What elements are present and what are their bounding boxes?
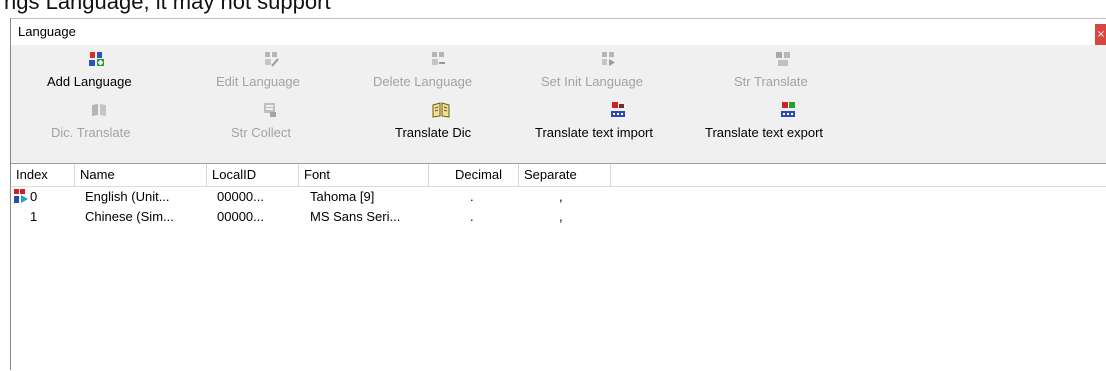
row-index: 1	[30, 209, 38, 224]
row-separate: ,	[559, 209, 563, 224]
set-init-language-button[interactable]: Set Init Language	[541, 51, 681, 95]
column-header-decimal[interactable]: Decimal	[429, 164, 519, 186]
row-localid: 00000...	[217, 189, 264, 204]
translate-dic-label: Translate Dic	[395, 125, 472, 140]
edit-language-icon	[265, 52, 279, 67]
dic-translate-label: Dic. Translate	[51, 125, 131, 140]
translate-text-export-label: Translate text export	[705, 125, 824, 140]
translate-text-import-label: Translate text import	[535, 125, 654, 140]
translate-import-icon	[611, 102, 625, 117]
row-font: Tahoma [9]	[310, 189, 375, 204]
translate-text-import-button[interactable]: Translate text import	[535, 101, 700, 145]
dic-translate-button[interactable]: Dic. Translate	[51, 101, 171, 145]
delete-language-label: Delete Language	[373, 74, 473, 89]
background-window-text: ngs Language, it may not support	[4, 0, 331, 14]
window-title: Language	[18, 24, 76, 39]
set-init-language-icon	[602, 52, 615, 66]
edit-language-button[interactable]: Edit Language	[216, 51, 336, 95]
column-header-index[interactable]: Index	[11, 164, 75, 186]
translate-dic-icon	[432, 102, 450, 118]
close-button[interactable]: ×	[1095, 24, 1106, 45]
str-collect-button[interactable]: Str Collect	[231, 101, 331, 145]
table-row[interactable]: 1 Chinese (Sim... 00000... MS Sans Seri.…	[11, 207, 1106, 227]
column-header-font[interactable]: Font	[299, 164, 429, 186]
row-font: MS Sans Seri...	[310, 209, 401, 224]
column-header-localid[interactable]: LocalID	[207, 164, 299, 186]
language-dialog: Language × Add Language Edit Language De…	[10, 18, 1106, 371]
delete-language-button[interactable]: Delete Language	[373, 51, 513, 95]
dic-translate-icon	[92, 104, 106, 116]
str-collect-icon	[264, 103, 276, 117]
table-header: Index Name LocalID Font Decimal Separate	[11, 164, 1106, 187]
column-header-name[interactable]: Name	[75, 164, 207, 186]
title-bar: Language ×	[11, 19, 1106, 45]
add-language-button[interactable]: Add Language	[47, 51, 167, 95]
row-decimal: .	[470, 189, 474, 204]
str-collect-label: Str Collect	[231, 125, 291, 140]
add-language-icon	[89, 52, 104, 66]
row-name: English (Unit...	[85, 189, 170, 204]
toolbar: Add Language Edit Language Delete Langua…	[11, 45, 1106, 163]
row-separate: ,	[559, 189, 563, 204]
set-init-language-label: Set Init Language	[541, 74, 643, 89]
str-translate-label: Str Translate	[734, 74, 808, 89]
close-icon: ×	[1096, 29, 1106, 40]
table-row[interactable]: 0 English (Unit... 00000... Tahoma [9] .…	[11, 187, 1106, 207]
translate-export-icon	[781, 102, 795, 117]
str-translate-icon	[776, 52, 790, 66]
str-translate-button[interactable]: Str Translate	[734, 51, 844, 95]
translate-text-export-button[interactable]: Translate text export	[705, 101, 870, 145]
delete-language-icon	[432, 52, 445, 65]
column-header-separate[interactable]: Separate	[519, 164, 611, 186]
translate-dic-button[interactable]: Translate Dic	[395, 101, 505, 145]
edit-language-label: Edit Language	[216, 74, 300, 89]
row-index: 0	[30, 189, 38, 204]
current-language-icon	[14, 189, 28, 203]
language-table[interactable]: Index Name LocalID Font Decimal Separate…	[11, 163, 1106, 371]
row-decimal: .	[470, 209, 474, 224]
row-name: Chinese (Sim...	[85, 209, 174, 224]
add-language-label: Add Language	[47, 74, 132, 89]
row-localid: 00000...	[217, 209, 264, 224]
